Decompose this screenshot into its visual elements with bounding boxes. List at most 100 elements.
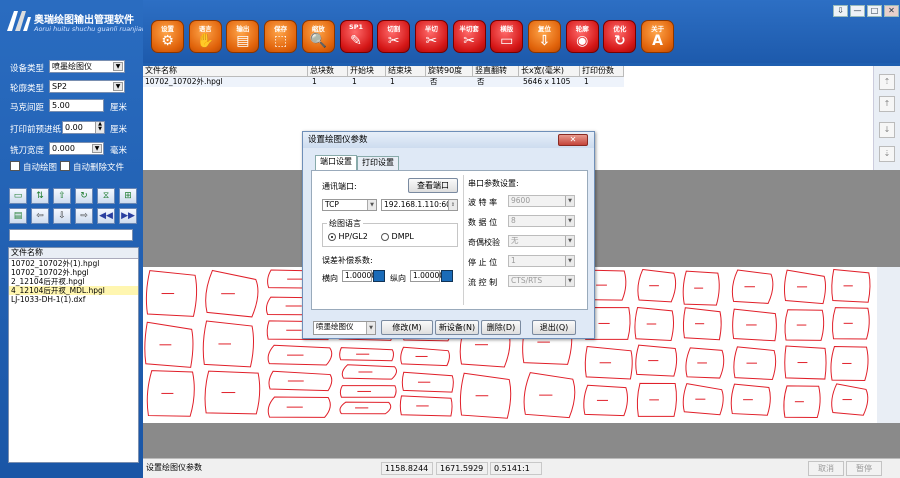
auto-plot-checkbox[interactable] — [10, 161, 20, 171]
refresh-icon[interactable]: ⇅ — [31, 188, 49, 204]
device-type-select[interactable]: 喷墨绘图仪 ▼ — [49, 60, 125, 73]
feed-label: 打印前预进纸 — [10, 125, 62, 135]
down-arrow-icon[interactable]: ⇩ — [53, 208, 71, 224]
tab-port-settings[interactable]: 端口设置 — [315, 155, 357, 170]
toolbar-button-3[interactable]: 保存 ⬚ — [264, 20, 298, 53]
minimize-button[interactable]: — — [850, 5, 865, 17]
toolbar-button-icon: 🔍 — [309, 33, 328, 49]
flow-value: CTS/RTS — [511, 276, 543, 285]
scroll-up-icon[interactable]: ↑ — [879, 96, 895, 112]
cell-start: 1 — [352, 77, 357, 86]
toolbar-button-5[interactable]: SP1 ✎ — [339, 20, 373, 53]
margin-input[interactable]: 5.00 — [49, 99, 104, 112]
canvas-scrollbar[interactable] — [877, 267, 900, 423]
radio-hpgl2[interactable]: HP/GL2 — [328, 232, 368, 241]
toolbar-button-7[interactable]: 半切 ✂ — [414, 20, 448, 53]
toolbar-button-8[interactable]: 半切套 ✂ — [452, 20, 486, 53]
col-filename[interactable]: 文件名称 — [143, 66, 308, 77]
download-icon[interactable]: ⇩ — [833, 5, 848, 17]
horizontal-input[interactable]: 1.00000 — [342, 270, 376, 282]
canvas-margin-bottom — [143, 423, 900, 458]
toolbar-button-9[interactable]: 横版 ▭ — [490, 20, 524, 53]
col-copies[interactable]: 打印份数 — [580, 66, 624, 77]
maximize-button[interactable]: □ — [867, 5, 882, 17]
toolbar-button-11[interactable]: 轮廓 ◉ — [565, 20, 599, 53]
toolbar-button-0[interactable]: 设置 ⚙ — [151, 20, 184, 53]
scroll-bottom-icon[interactable]: ⇣ — [879, 146, 895, 162]
pause-button[interactable]: 暂停 — [846, 461, 882, 476]
file-list[interactable]: 文件名称 10702_10702外(1).hpgl 10702_10702外.h… — [8, 247, 139, 463]
radio-selected-icon[interactable] — [328, 232, 336, 241]
rotate-icon[interactable]: ↻ — [75, 188, 93, 204]
up-arrow-icon[interactable]: ⇧ — [53, 188, 71, 204]
toolbar-button-label: 半切套 — [459, 25, 479, 33]
col-start[interactable]: 开始块 — [348, 66, 386, 77]
list-item[interactable]: 2_12104后开衩.hpgl — [9, 277, 138, 286]
page-icon[interactable]: ▤ — [9, 208, 27, 224]
left-arrow-icon[interactable]: ⇦ — [31, 208, 49, 224]
search-input[interactable] — [9, 229, 133, 241]
auto-delete-checkbox[interactable] — [60, 161, 70, 171]
chevron-down-icon: ▼ — [92, 144, 102, 153]
edit-icon[interactable] — [441, 270, 453, 282]
col-end[interactable]: 结束块 — [386, 66, 426, 77]
port-type-select[interactable]: TCP ▼ — [322, 199, 377, 211]
scroll-top-icon[interactable]: ⇡ — [879, 74, 895, 90]
device-select[interactable]: 喷墨绘图仪 ▼ — [313, 321, 376, 335]
list-item[interactable]: LJ-1033-DH-1(1).dxf — [9, 295, 138, 304]
close-icon[interactable]: ✕ — [558, 134, 588, 146]
list-item[interactable]: 10702_10702外(1).hpgl — [9, 259, 138, 268]
toolbar-button-2[interactable]: 输出 ▤ — [226, 20, 260, 53]
list-item-selected[interactable]: 4_12104后开衩_MDL.hpgl — [9, 286, 138, 295]
exit-button[interactable]: 退出(Q) — [532, 320, 576, 335]
chevron-down-icon: ▼ — [565, 216, 574, 226]
modify-button[interactable]: 修改(M) — [381, 320, 433, 335]
horizontal-label: 横向 — [322, 274, 338, 283]
divider — [463, 175, 464, 305]
close-button[interactable]: ✕ — [884, 5, 899, 17]
scroll-down-icon[interactable]: ↓ — [879, 122, 895, 138]
vertical-input[interactable]: 1.00000 — [410, 270, 444, 282]
toolbar-button-6[interactable]: 切割 ✂ — [377, 20, 411, 53]
main-toolbar: 设置 ⚙ 语言 ✋ 输出 ▤ 保存 ⬚ 缩放 🔍 SP1 ✎ 切割 ✂ 半切 ✂ 半切套 ✂ 横版 ▭ 复位 ⇩ 轮廓 ◉ 优化… — [143, 0, 900, 63]
edit-icon[interactable] — [373, 270, 385, 282]
spinner-icon[interactable]: ▲ ▼ — [95, 122, 104, 133]
toolbar-button-1[interactable]: 语言 ✋ — [188, 20, 222, 53]
knife-unit: 毫米 — [110, 146, 128, 156]
stopbits-label: 停 止 位 — [468, 258, 498, 267]
toolbar-button-10[interactable]: 复位 ⇩ — [528, 20, 561, 53]
copy-icon[interactable]: ⊞ — [119, 188, 137, 204]
toolbar-button-icon: ◉ — [576, 33, 589, 49]
list-item[interactable]: 10702_10702外.hpgl — [9, 268, 138, 277]
col-flip[interactable]: 竖直翻转 — [473, 66, 519, 77]
delete-button[interactable]: 删除(D) — [481, 320, 521, 335]
chevron-down-icon: ▼ — [113, 62, 123, 71]
cancel-button[interactable]: 取消 — [808, 461, 844, 476]
app-subtitle: Aorui huitu shuchu guanli ruanjian — [34, 25, 147, 33]
col-total[interactable]: 总块数 — [308, 66, 348, 77]
right-arrow-icon[interactable]: ⇨ — [75, 208, 93, 224]
toolbar-button-label: SP1 — [349, 23, 363, 31]
knife-select[interactable]: 0.000 ▼ — [49, 142, 104, 155]
new-device-button[interactable]: 新设备(N) — [435, 320, 479, 335]
radio-dmpl[interactable]: DMPL — [381, 232, 414, 241]
spinner-icon[interactable]: ⇕ — [448, 200, 457, 210]
first-icon[interactable]: ◀◀ — [97, 208, 115, 224]
col-rotate[interactable]: 旋转90度 — [426, 66, 473, 77]
chevron-down-icon: ▼ — [565, 196, 574, 206]
view-port-button[interactable]: 查看端口 — [408, 178, 458, 193]
ip-address-input[interactable]: 192.168.1.110:60 ⇕ — [381, 199, 458, 211]
mirror-icon[interactable]: ⧖ — [97, 188, 115, 204]
last-icon[interactable]: ▶▶ — [119, 208, 137, 224]
toolbar-button-12[interactable]: 优化 ↻ — [603, 20, 637, 53]
tab-print-settings[interactable]: 打印设置 — [357, 156, 399, 170]
contour-type-select[interactable]: SP2 ▼ — [49, 80, 125, 93]
toolbar-button-13[interactable]: 关于 A — [641, 20, 675, 53]
parity-select: 无 ▼ — [508, 235, 575, 247]
folder-icon[interactable]: ▭ — [9, 188, 27, 204]
radio-icon[interactable] — [381, 232, 389, 241]
col-size[interactable]: 长x宽(毫米) — [519, 66, 580, 77]
feed-input[interactable]: 0.00 ▲ ▼ — [62, 121, 105, 134]
toolbar-button-4[interactable]: 缩放 🔍 — [301, 20, 335, 53]
device-type-label: 设备类型 — [10, 64, 45, 74]
